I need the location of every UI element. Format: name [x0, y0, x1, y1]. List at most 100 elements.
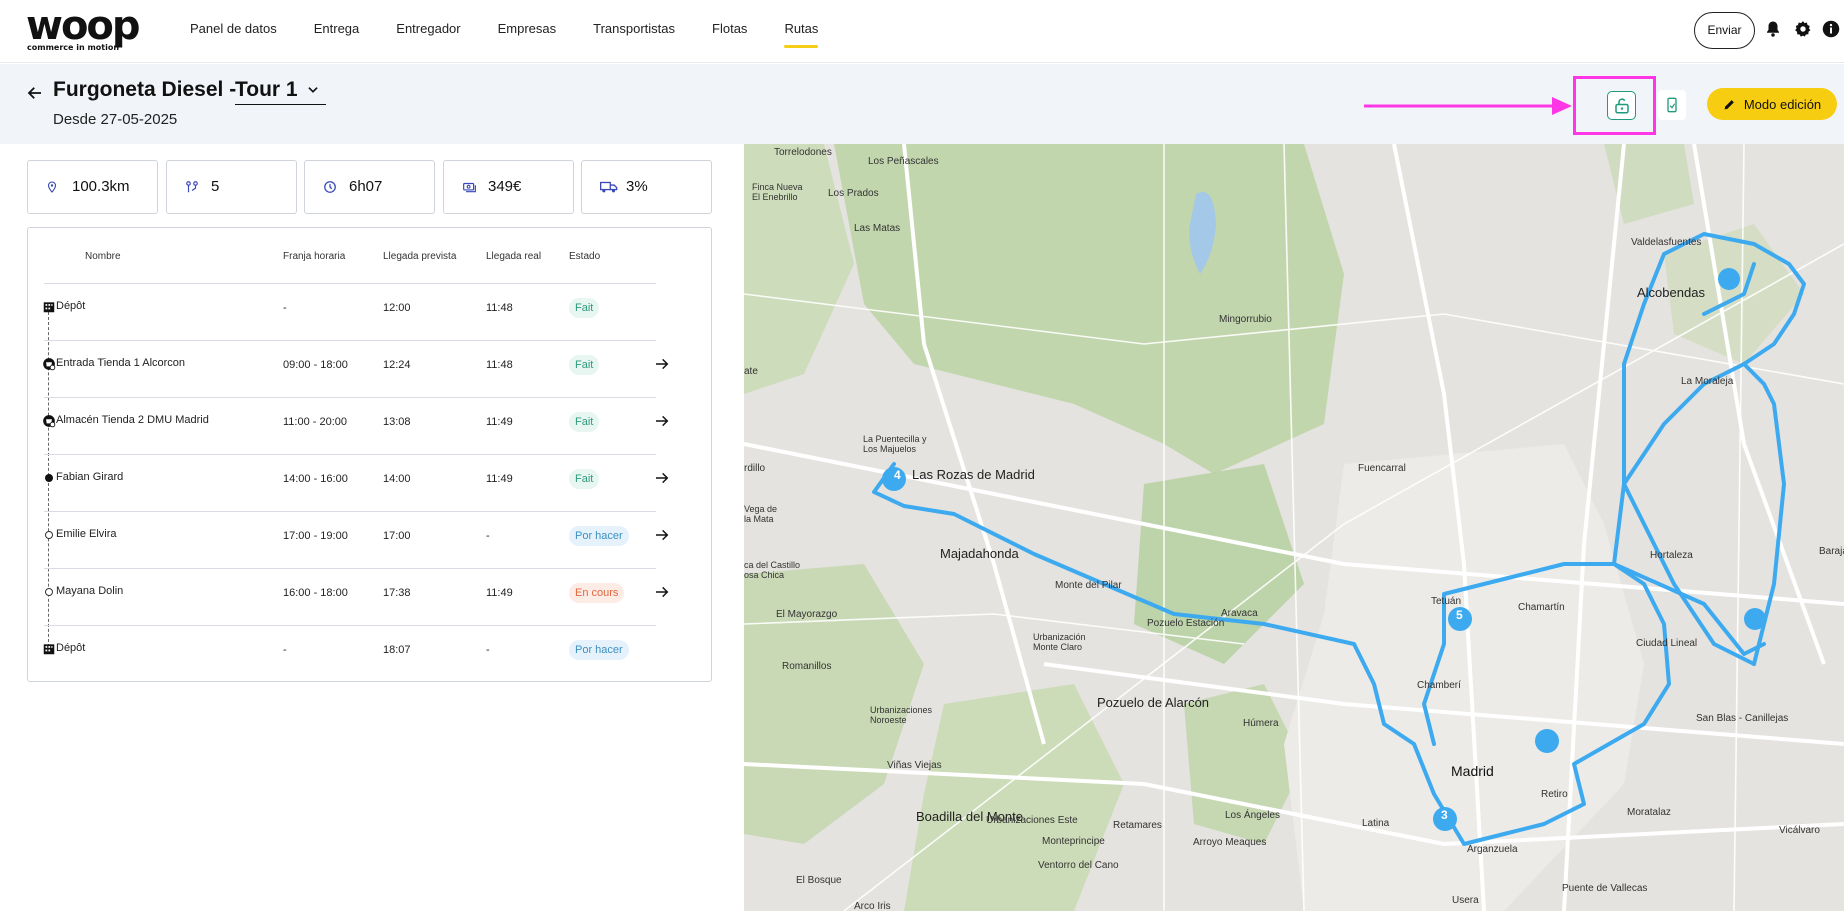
- map-marker-store-2[interactable]: [1718, 268, 1740, 290]
- map-label: Majadahonda: [940, 546, 1019, 561]
- status-badge: Por hacer: [569, 640, 629, 660]
- nav-empresas[interactable]: Empresas: [498, 0, 557, 63]
- chevron-down-icon: [307, 87, 318, 93]
- map-label: Pozuelo Estación: [1147, 618, 1225, 629]
- stop-name: Almacén Tienda 2 DMU Madrid: [56, 414, 209, 426]
- map-label: Baraja: [1819, 546, 1844, 557]
- map-marker-depot[interactable]: [1744, 608, 1766, 630]
- tour-selector[interactable]: Tour 1: [235, 76, 326, 105]
- stop-actual-arrival: 11:49: [486, 473, 513, 485]
- table-row[interactable]: Entrada Tienda 1 Alcorcon 09:00 - 18:00 12…: [44, 340, 669, 397]
- depot-icon: [42, 300, 56, 314]
- stop-actual-arrival: 11:49: [486, 587, 513, 599]
- unlock-button[interactable]: [1607, 91, 1636, 120]
- nav-panel-de-datos[interactable]: Panel de datos: [190, 0, 277, 63]
- map-label: ca del Castillo osa Chica: [744, 560, 801, 580]
- map-label: Hortaleza: [1650, 550, 1693, 561]
- top-navigation-bar: woop commerce in motion Panel de datos E…: [0, 0, 1844, 63]
- map-label: Retiro: [1541, 789, 1568, 800]
- map-marker-store[interactable]: [1535, 729, 1559, 753]
- map-label: Los Prados: [828, 188, 879, 199]
- stop-time-window: 11:00 - 20:00: [283, 416, 348, 428]
- map-label: Los Peñascales: [868, 156, 939, 167]
- map-label: rdillo: [744, 463, 766, 474]
- table-row[interactable]: Fabian Girard 14:00 - 16:00 14:00 11:49 Fait: [44, 454, 669, 511]
- marker-label-5: 5: [1456, 608, 1463, 622]
- tour-selector-value: Tour 1: [235, 78, 298, 101]
- table-row[interactable]: Mayana Dolin 16:00 - 18:00 17:38 11:49 En co…: [44, 568, 669, 625]
- stop-time-window: 14:00 - 16:00: [283, 473, 348, 485]
- stat-distance: 100.3km: [27, 160, 158, 214]
- map-label: Puente de Vallecas: [1562, 883, 1648, 894]
- map-label: Usera: [1452, 895, 1479, 906]
- stop-actual-arrival: -: [486, 530, 490, 542]
- stop-time-window: -: [283, 644, 287, 656]
- map-label: Arganzuela: [1467, 844, 1518, 855]
- route-map[interactable]: 4 5 3 Torrelodones Los Peñascales Finca …: [744, 144, 1844, 911]
- map-label: Tetuán: [1431, 596, 1462, 607]
- arrow-right-icon[interactable]: [654, 584, 670, 600]
- depot-icon: [42, 642, 56, 656]
- stop-name: Mayana Dolin: [56, 585, 124, 597]
- arrow-right-icon[interactable]: [654, 356, 670, 372]
- stop-time-window: 17:00 - 19:00: [283, 530, 348, 542]
- store-icon: [42, 357, 56, 371]
- woop-logo[interactable]: woop commerce in motion: [26, 4, 146, 52]
- map-label: Valdelasfuentes: [1631, 237, 1702, 248]
- logo-wordmark: woop: [26, 3, 141, 49]
- table-row[interactable]: Dépôt - 12:00 11:48 Fait: [44, 283, 656, 340]
- map-label: ate: [744, 366, 758, 377]
- map-label: Urbanizaciones Este: [986, 815, 1078, 826]
- map-label: Pozuelo de Alarcón: [1097, 695, 1210, 710]
- stop-name: Dépôt: [56, 300, 86, 312]
- gear-icon[interactable]: [1794, 20, 1812, 38]
- logo-tagline: commerce in motion: [27, 43, 120, 52]
- map-label: Monteprincipe: [1042, 836, 1105, 847]
- map-label: Húmera: [1243, 718, 1279, 729]
- map-label: Viñas Viejas: [887, 760, 942, 771]
- bell-icon[interactable]: [1764, 20, 1782, 38]
- route-title: Furgoneta Diesel -: [53, 78, 237, 101]
- col-header-nombre: Nombre: [85, 251, 121, 262]
- table-row[interactable]: Emilie Elvira 17:00 - 19:00 17:00 - Por hace…: [44, 511, 669, 568]
- table-row[interactable]: Almacén Tienda 2 DMU Madrid 11:00 - 20:00…: [44, 397, 669, 454]
- nav-entregador[interactable]: Entregador: [396, 0, 460, 63]
- edit-mode-button[interactable]: Modo edición: [1707, 88, 1837, 120]
- info-icon[interactable]: [1822, 20, 1840, 38]
- mobile-sync-button[interactable]: [1658, 90, 1686, 120]
- map-label: Aravaca: [1221, 608, 1258, 619]
- map-label: Urbanización Monte Claro: [1033, 632, 1086, 652]
- pencil-icon: [1724, 99, 1734, 109]
- stop-time-window: 09:00 - 18:00: [283, 359, 348, 371]
- stat-cost: 349€: [443, 160, 574, 214]
- stat-duration: 6h07: [304, 160, 435, 214]
- nav-transportistas[interactable]: Transportistas: [593, 0, 675, 63]
- map-label: Madrid: [1451, 763, 1494, 779]
- map-label: La Moraleja: [1681, 376, 1734, 387]
- stop-planned-arrival: 17:00: [383, 530, 411, 542]
- map-label: El Bosque: [796, 875, 842, 886]
- arrow-right-icon[interactable]: [654, 413, 670, 429]
- map-label: Vega de la Mata: [744, 504, 778, 524]
- map-label: Chamartín: [1518, 602, 1565, 613]
- table-row[interactable]: Dépôt - 18:07 - Por hacer: [44, 625, 656, 682]
- stop-time-window: 16:00 - 18:00: [283, 587, 348, 599]
- stop-name: Dépôt: [56, 642, 86, 654]
- stop-name: Emilie Elvira: [56, 528, 117, 540]
- arrow-right-icon[interactable]: [654, 527, 670, 543]
- enviar-button[interactable]: Enviar: [1694, 12, 1755, 49]
- map-label: Arroyo Meaques: [1193, 837, 1267, 848]
- arrow-right-icon[interactable]: [654, 470, 670, 486]
- status-badge: Fait: [569, 469, 600, 489]
- nav-entrega[interactable]: Entrega: [314, 0, 360, 63]
- back-arrow-icon[interactable]: [26, 84, 44, 102]
- nav-rutas[interactable]: Rutas: [784, 0, 818, 63]
- nav-flotas[interactable]: Flotas: [712, 0, 747, 63]
- col-header-llegada-real: Llegada real: [486, 251, 542, 262]
- stat-cost-value: 349€: [488, 178, 522, 195]
- unlock-icon: [1614, 98, 1629, 113]
- stat-duration-value: 6h07: [349, 178, 383, 195]
- stop-actual-arrival: 11:49: [486, 416, 513, 428]
- map-label: Moratalaz: [1627, 807, 1671, 818]
- phone-icon: [1667, 97, 1677, 113]
